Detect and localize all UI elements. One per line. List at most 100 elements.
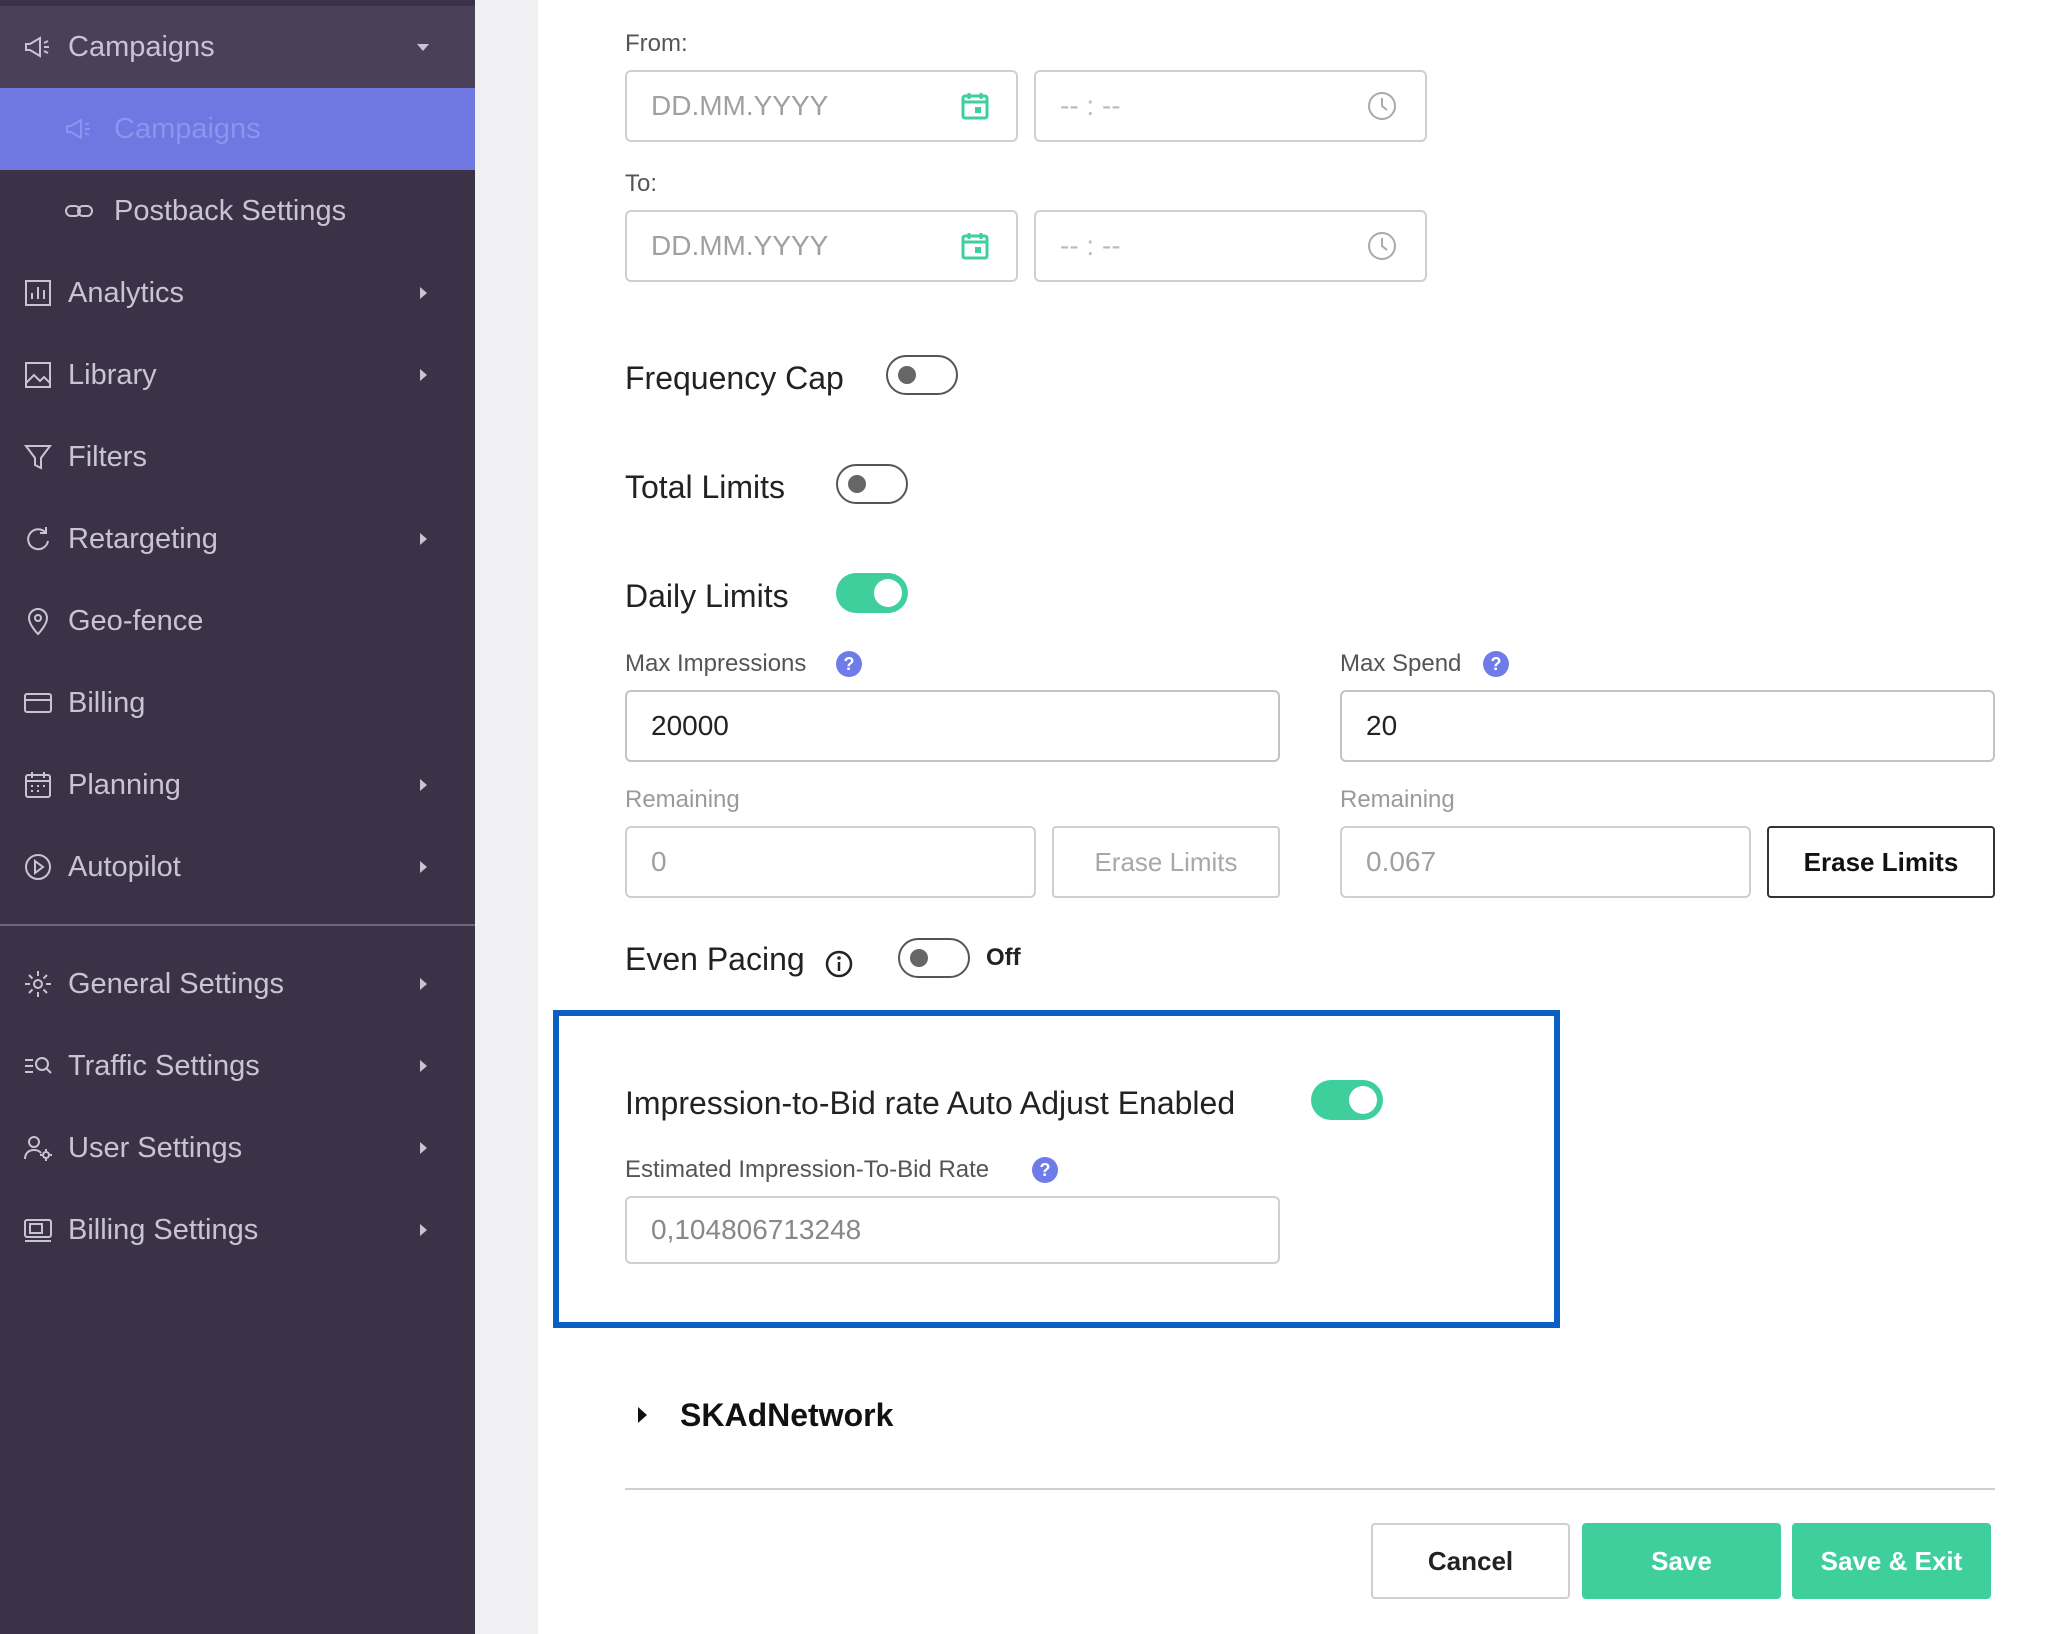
daily-limits-toggle[interactable]: [836, 573, 908, 613]
sidebar-item-label: Analytics: [68, 276, 185, 309]
clock-icon: [1368, 92, 1396, 120]
sidebar-item-billing-settings[interactable]: Billing Settings: [0, 1189, 475, 1271]
chevron-right-icon: [420, 369, 427, 381]
estimated-bid-rate-label: Estimated Impression-To-Bid Rate: [625, 1156, 990, 1183]
sidebar-subitem-campaigns[interactable]: Campaigns: [0, 88, 475, 170]
megaphone-icon: [25, 36, 49, 58]
toggle-knob: [874, 579, 902, 607]
remaining-impressions-label: Remaining: [625, 786, 740, 813]
total-limits-toggle[interactable]: [836, 464, 908, 504]
estimated-bid-rate-value: 0,104806713248: [651, 1214, 862, 1245]
help-icon[interactable]: ?: [1483, 651, 1509, 677]
to-time-input[interactable]: -- : --: [1034, 210, 1427, 282]
user-settings-icon: [24, 1136, 52, 1161]
date-placeholder: DD.MM.YYYY: [651, 230, 829, 261]
remaining-impressions-value: 0: [651, 846, 667, 877]
image-icon: [25, 362, 51, 388]
sidebar-item-campaigns[interactable]: Campaigns: [0, 6, 475, 88]
frequency-cap-toggle[interactable]: [886, 355, 958, 395]
sidebar-item-label: Campaigns: [114, 112, 261, 145]
sidebar-item-library[interactable]: Library: [0, 334, 475, 416]
sidebar-item-autopilot[interactable]: Autopilot: [0, 826, 475, 908]
max-impressions-value: 20000: [651, 710, 729, 741]
sidebar-item-traffic-settings[interactable]: Traffic Settings: [0, 1025, 475, 1107]
from-time-input[interactable]: -- : --: [1034, 70, 1427, 142]
sidebar-item-label: Library: [68, 358, 157, 391]
search-list-icon: [25, 1057, 52, 1074]
play-circle-icon: [25, 854, 51, 880]
daily-limits-label: Daily Limits: [625, 578, 789, 614]
cancel-button[interactable]: Cancel: [1371, 1523, 1570, 1599]
sidebar-item-label: Filters: [68, 440, 147, 473]
sidebar-item-label: Geo-fence: [68, 604, 204, 637]
sidebar-subitem-postback-settings[interactable]: Postback Settings: [0, 170, 475, 252]
sidebar-item-user-settings[interactable]: User Settings: [0, 1107, 475, 1189]
max-spend-input[interactable]: 20: [1340, 690, 1995, 762]
sidebar-item-label: Traffic Settings: [68, 1049, 260, 1082]
refresh-icon: [27, 527, 49, 551]
sidebar-item-label: Billing: [68, 686, 146, 719]
megaphone-icon: [66, 118, 90, 140]
bid-rate-auto-adjust-label: Impression-to-Bid rate Auto Adjust Enabl…: [625, 1085, 1236, 1121]
help-icon[interactable]: ?: [836, 651, 862, 677]
chevron-right-icon: [420, 779, 427, 791]
save-exit-button[interactable]: Save & Exit: [1792, 1523, 1991, 1599]
footer-divider: [625, 1488, 1995, 1490]
to-date-input[interactable]: DD.MM.YYYY: [625, 210, 1018, 282]
analytics-icon: [25, 280, 51, 306]
chevron-right-icon: [420, 287, 427, 299]
date-placeholder: DD.MM.YYYY: [651, 90, 829, 121]
toggle-knob: [898, 366, 916, 384]
time-placeholder: -- : --: [1060, 90, 1121, 121]
sidebar-item-label: Campaigns: [68, 30, 215, 63]
even-pacing-label: Even Pacing: [625, 941, 805, 977]
info-icon[interactable]: [824, 949, 854, 979]
max-spend-label: Max Spend: [1340, 650, 1462, 677]
max-impressions-label: Max Impressions: [625, 650, 807, 677]
sidebar-item-analytics[interactable]: Analytics: [0, 252, 475, 334]
sidebar-item-retargeting[interactable]: Retargeting: [0, 498, 475, 580]
even-pacing-state: Off: [986, 944, 1021, 971]
sidebar-item-label: Postback Settings: [114, 194, 347, 227]
frequency-cap-label: Frequency Cap: [625, 360, 844, 396]
sidebar-item-label: User Settings: [68, 1131, 243, 1164]
bid-rate-auto-adjust-toggle[interactable]: [1311, 1080, 1383, 1120]
save-button[interactable]: Save: [1582, 1523, 1781, 1599]
toggle-knob: [910, 949, 928, 967]
from-date-input[interactable]: DD.MM.YYYY: [625, 70, 1018, 142]
toggle-knob: [1349, 1086, 1377, 1114]
calendar-icon[interactable]: [959, 90, 991, 122]
max-spend-value: 20: [1366, 710, 1398, 741]
filter-icon: [24, 445, 52, 470]
even-pacing-toggle[interactable]: [898, 938, 970, 978]
sidebar-item-label: General Settings: [68, 967, 285, 1000]
sidebar-item-label: Retargeting: [68, 522, 218, 555]
chevron-right-icon: [420, 861, 427, 873]
erase-limits-impressions-button[interactable]: Erase Limits: [1052, 826, 1280, 898]
chevron-right-icon: [420, 1224, 427, 1236]
caret-right-icon[interactable]: [638, 1407, 647, 1423]
estimated-bid-rate-input: 0,104806713248: [625, 1196, 1280, 1264]
location-pin-icon: [27, 608, 49, 636]
chevron-right-icon: [420, 978, 427, 990]
sidebar-divider: [0, 924, 475, 926]
skadnetwork-section-toggle[interactable]: SKAdNetwork: [680, 1397, 893, 1434]
sidebar-item-billing[interactable]: Billing: [0, 662, 475, 744]
sidebar: Campaigns Campaigns Postback Settings An…: [0, 0, 475, 1634]
gear-icon: [25, 971, 51, 997]
sidebar-item-planning[interactable]: Planning: [0, 744, 475, 826]
sidebar-item-general-settings[interactable]: General Settings: [0, 943, 475, 1025]
sidebar-item-label: Billing Settings: [68, 1213, 259, 1246]
sidebar-item-geo-fence[interactable]: Geo-fence: [0, 580, 475, 662]
to-label: To:: [625, 170, 658, 197]
sidebar-item-filters[interactable]: Filters: [0, 416, 475, 498]
erase-limits-spend-button[interactable]: Erase Limits: [1767, 826, 1995, 898]
max-impressions-input[interactable]: 20000: [625, 690, 1280, 762]
calendar-icon[interactable]: [959, 230, 991, 262]
total-limits-label: Total Limits: [625, 469, 786, 505]
billing-settings-icon: [24, 1219, 52, 1242]
help-icon[interactable]: ?: [1032, 1157, 1058, 1183]
chevron-right-icon: [420, 533, 427, 545]
credit-card-icon: [24, 693, 52, 713]
chevron-right-icon: [420, 1060, 427, 1072]
